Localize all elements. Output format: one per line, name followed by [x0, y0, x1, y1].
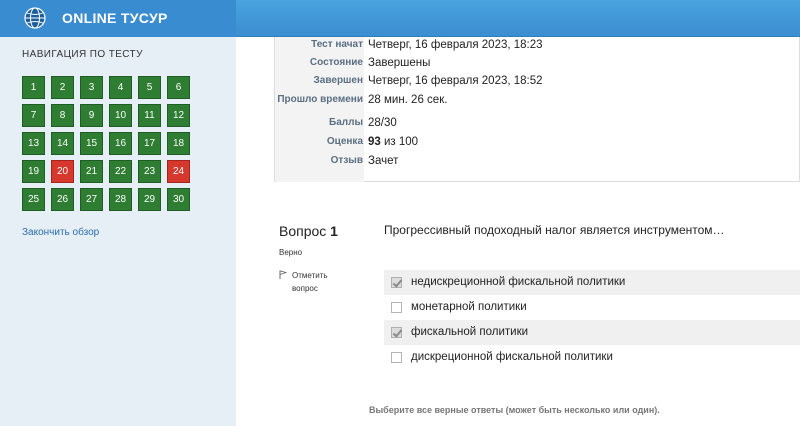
main-content: Тест начат Четверг, 16 февраля 2023, 18:2… [236, 37, 800, 426]
question-nav-button[interactable]: 3 [80, 76, 103, 99]
answer-label: дискреционной фискальной политики [411, 351, 613, 363]
finish-review-link[interactable]: Закончить обзор [22, 227, 99, 238]
question-nav-button[interactable]: 30 [167, 188, 190, 211]
summary-value: 28 мин. 26 сек. [368, 94, 448, 106]
question-nav-button[interactable]: 17 [138, 132, 161, 155]
question-nav-button[interactable]: 5 [138, 76, 161, 99]
question-nav-button[interactable]: 20 [51, 160, 74, 183]
question-nav-button[interactable]: 19 [22, 160, 45, 183]
question-nav-button[interactable]: 16 [109, 132, 132, 155]
question-nav-button[interactable]: 15 [80, 132, 103, 155]
question-nav-button[interactable]: 29 [138, 188, 161, 211]
summary-value: Зачет [368, 155, 399, 167]
question-nav-button[interactable]: 12 [167, 104, 190, 127]
question-number: Вопрос 1 [279, 223, 338, 239]
summary-label: Завершен [313, 75, 363, 86]
question-nav-button[interactable]: 18 [167, 132, 190, 155]
summary-label: Тест начат [311, 39, 363, 50]
brand-area[interactable]: ONLINE ТУСУР [0, 0, 236, 37]
answer-option[interactable]: монетарной политики [384, 295, 800, 320]
globe-logo-icon [24, 7, 46, 29]
answer-hint: Выберите все верные ответы (может быть н… [369, 405, 660, 415]
question-nav-button[interactable]: 13 [22, 132, 45, 155]
question-nav-button[interactable]: 6 [167, 76, 190, 99]
flag-icon [279, 270, 287, 279]
answer-label: фискальной политики [411, 326, 529, 338]
answer-option[interactable]: дискреционной фискальной политики [384, 345, 800, 370]
navigation-title: НАВИГАЦИЯ ПО ТЕСТУ [22, 49, 143, 60]
question-nav-button[interactable]: 26 [51, 188, 74, 211]
question-state: Верно [279, 248, 303, 257]
question-nav-button[interactable]: 23 [138, 160, 161, 183]
checked-checkbox[interactable] [391, 277, 402, 288]
question-nav-button[interactable]: 27 [80, 188, 103, 211]
question-nav-button[interactable]: 24 [167, 160, 190, 183]
question-nav-button[interactable]: 8 [51, 104, 74, 127]
summary-label: Отзыв [330, 155, 363, 166]
quiz-navigation: НАВИГАЦИЯ ПО ТЕСТУ 1 2 3 4 5 6 7 8 9 10 11 12 13 14 15… [0, 37, 236, 426]
answer-label: недискреционной фискальной политики [411, 276, 626, 288]
question-nav-button[interactable]: 25 [22, 188, 45, 211]
summary-label: Прошло времени [277, 94, 363, 105]
summary-value: Четверг, 16 февраля 2023, 18:52 [368, 75, 543, 87]
summary-value: 28/30 [368, 117, 397, 129]
question-nav-button[interactable]: 1 [22, 76, 45, 99]
question-nav-button[interactable]: 2 [51, 76, 74, 99]
grade-max: из 100 [384, 136, 419, 148]
question-nav-button[interactable]: 14 [51, 132, 74, 155]
summary-value: Четверг, 16 февраля 2023, 18:23 [368, 39, 543, 51]
top-bar: ONLINE ТУСУР [0, 0, 800, 37]
summary-value: 93 из 100 [368, 136, 418, 148]
question-nav-button[interactable]: 9 [80, 104, 103, 127]
summary-label: Баллы [329, 117, 363, 128]
attempt-summary-table: Тест начат Четверг, 16 февраля 2023, 18:2… [274, 37, 800, 182]
brand-title: ONLINE ТУСУР [62, 10, 168, 26]
question-info: Вопрос 1 [279, 223, 338, 241]
question-nav-button[interactable]: 21 [80, 160, 103, 183]
question-nav-button[interactable]: 7 [22, 104, 45, 127]
answer-option[interactable]: недискреционной фискальной политики [384, 270, 800, 295]
unchecked-checkbox[interactable] [391, 352, 402, 363]
flag-question-label: Отметить вопрос [292, 271, 328, 293]
question-nav-button[interactable]: 4 [109, 76, 132, 99]
answer-option[interactable]: фискальной политики [384, 320, 800, 345]
question-nav-button[interactable]: 22 [109, 160, 132, 183]
grade-score: 93 [368, 136, 381, 148]
question-nav-button[interactable]: 10 [109, 104, 132, 127]
answer-label: монетарной политики [411, 301, 527, 313]
checked-checkbox[interactable] [391, 327, 402, 338]
unchecked-checkbox[interactable] [391, 302, 402, 313]
summary-label: Оценка [326, 136, 363, 147]
question-nav-button[interactable]: 11 [138, 104, 161, 127]
summary-label: Состояние [309, 57, 363, 68]
question-nav-button[interactable]: 28 [109, 188, 132, 211]
question-text: Прогрессивный подоходный налог является … [384, 223, 725, 237]
summary-value: Завершены [368, 57, 431, 69]
